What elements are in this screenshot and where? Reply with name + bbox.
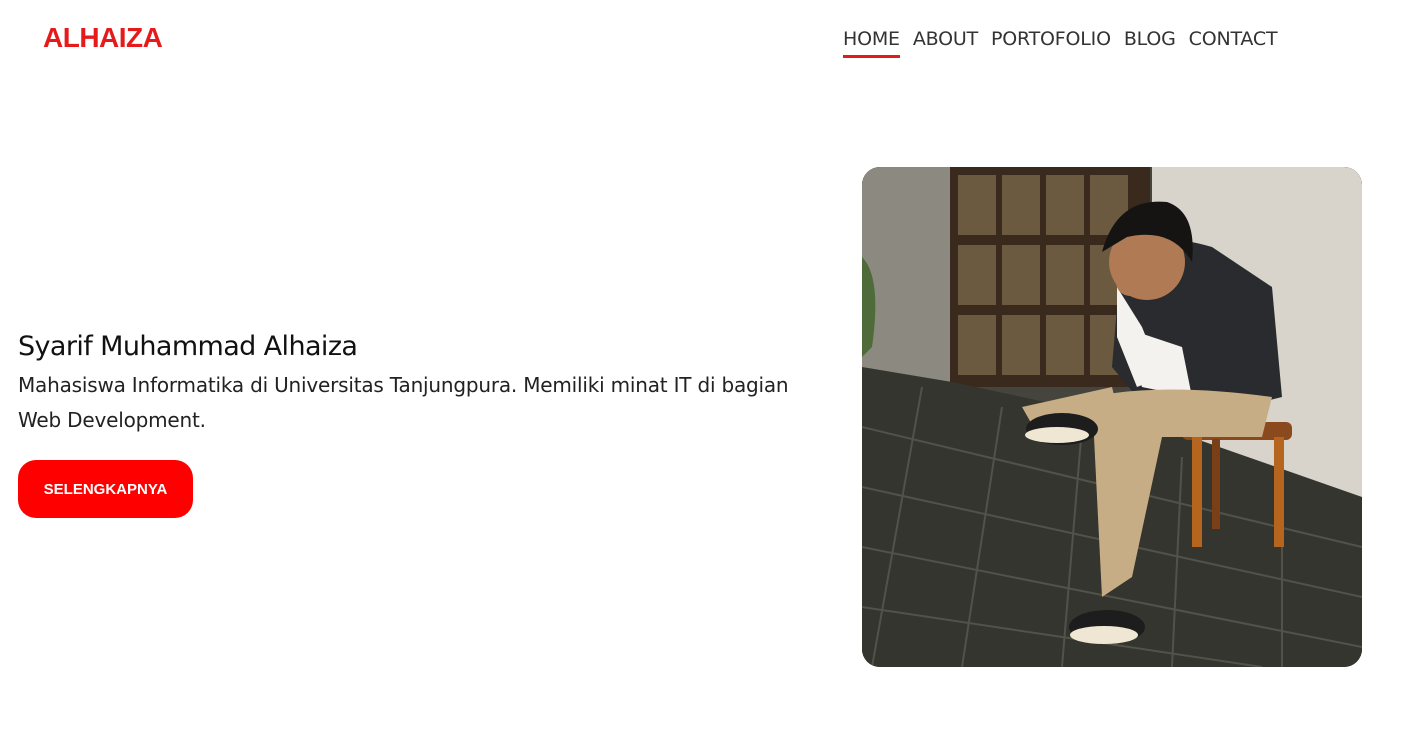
nav-contact[interactable]: CONTACT — [1189, 26, 1278, 55]
profile-photo-illustration — [862, 167, 1362, 667]
site-header: ALHAIZA HOME ABOUT PORTOFOLIO BLOG CONTA… — [0, 0, 1406, 80]
main-nav: HOME ABOUT PORTOFOLIO BLOG CONTACT — [843, 26, 1278, 58]
hero-description: Mahasiswa Informatika di Universitas Tan… — [18, 373, 789, 432]
nav-about[interactable]: ABOUT — [913, 26, 978, 55]
nav-portofolio[interactable]: PORTOFOLIO — [991, 26, 1111, 55]
nav-home[interactable]: HOME — [843, 26, 900, 58]
more-button[interactable]: SELENGKAPNYA — [18, 460, 193, 518]
hero-section: Syarif Muhammad Alhaiza Mahasiswa Inform… — [18, 328, 818, 438]
profile-photo — [862, 167, 1362, 667]
site-logo[interactable]: ALHAIZA — [43, 22, 163, 54]
nav-blog[interactable]: BLOG — [1124, 26, 1176, 55]
hero-name: Syarif Muhammad Alhaiza — [18, 331, 358, 362]
